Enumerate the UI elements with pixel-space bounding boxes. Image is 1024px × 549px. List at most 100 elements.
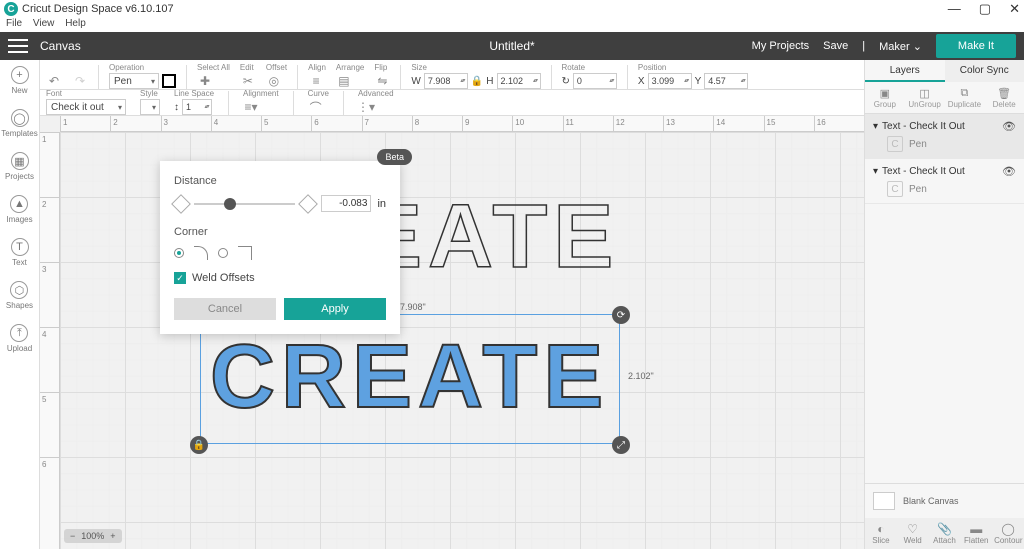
pos-x-input[interactable]: 3.099 xyxy=(648,73,692,89)
my-projects-link[interactable]: My Projects xyxy=(752,40,809,52)
pos-y-input[interactable]: 4.57 xyxy=(704,73,748,89)
layer-duplicate[interactable]: ⧉Duplicate xyxy=(947,86,981,109)
canvas-label: Canvas xyxy=(40,39,81,53)
font-dropdown[interactable]: Check it out xyxy=(46,99,126,115)
nav-upload[interactable]: ⤒Upload xyxy=(7,324,32,353)
op-slice[interactable]: ◐Slice xyxy=(867,522,895,545)
design-canvas[interactable]: 12345678910111213141516 123456 CREATE CR… xyxy=(40,116,864,549)
nav-images[interactable]: ▲Images xyxy=(6,195,32,224)
linespace-icon: ↕ xyxy=(174,102,179,113)
trash-icon: 🗑 xyxy=(987,86,1021,100)
corner-round-icon xyxy=(194,246,208,260)
layer-group[interactable]: ▣Group xyxy=(868,86,902,109)
nav-templates[interactable]: ◯Templates xyxy=(1,109,37,138)
corner-round-radio[interactable] xyxy=(174,248,184,258)
text-icon: T xyxy=(11,238,29,256)
cancel-button[interactable]: Cancel xyxy=(174,298,276,320)
tab-layers[interactable]: Layers xyxy=(865,60,945,82)
ruler-horizontal: 12345678910111213141516 xyxy=(60,116,864,132)
offset-icon[interactable]: ◎ xyxy=(266,73,282,89)
select-all-icon[interactable]: ✚ xyxy=(197,73,213,89)
linespace-input[interactable]: 1 xyxy=(182,99,212,115)
plus-icon: + xyxy=(11,66,29,84)
layers-panel: Layers Color Sync ▣Group ◫UnGroup ⧉Dupli… xyxy=(864,60,1024,549)
topbar-separator: | xyxy=(862,40,865,52)
nav-shapes[interactable]: ⬡Shapes xyxy=(6,281,33,310)
attach-icon: 📎 xyxy=(930,522,958,536)
operation-dropdown[interactable]: Pen xyxy=(109,73,159,89)
make-it-button[interactable]: Make It xyxy=(936,34,1016,58)
lock-aspect-icon[interactable]: 🔒 xyxy=(471,76,483,87)
tab-color-sync[interactable]: Color Sync xyxy=(945,60,1024,82)
save-button[interactable]: Save xyxy=(823,40,848,52)
alignment-icon[interactable]: ≡▾ xyxy=(243,99,259,115)
chevron-down-icon[interactable]: ▾ xyxy=(873,121,878,132)
layer-item-2[interactable]: ▾Text - Check It Out👁 CPen xyxy=(865,159,1024,204)
maximize-icon[interactable]: ▢ xyxy=(979,1,991,17)
blank-canvas-row[interactable]: Blank Canvas xyxy=(865,483,1024,518)
app-title: Cricut Design Space v6.10.107 xyxy=(22,3,174,15)
layer-thumb-icon: C xyxy=(887,136,903,152)
beta-badge: Beta xyxy=(377,149,412,165)
undo-icon[interactable]: ↶ xyxy=(46,73,62,89)
app-logo-icon: C xyxy=(4,2,18,16)
op-flatten[interactable]: ▬Flatten xyxy=(962,522,990,545)
rotate-input[interactable]: 0 xyxy=(573,73,617,89)
offset-popup: Beta Distance -0.083 in Corner ✓ xyxy=(160,161,400,334)
minimize-icon[interactable]: — xyxy=(948,1,961,17)
op-contour[interactable]: ◯Contour xyxy=(994,522,1022,545)
width-input[interactable]: 7.908 xyxy=(424,73,468,89)
edit-icon[interactable]: ✂ xyxy=(240,73,256,89)
nav-new[interactable]: +New xyxy=(11,66,29,95)
height-input[interactable]: 2.102 xyxy=(497,73,541,89)
ribbon-row-1: ↶ ↷ Operation Pen Select All✚ Edit✂ Offs… xyxy=(40,60,864,90)
layer-thumb-icon: C xyxy=(887,181,903,197)
shapes-icon: ⬡ xyxy=(10,281,28,299)
align-icon[interactable]: ≡ xyxy=(308,73,324,89)
window-titlebar: C Cricut Design Space v6.10.107 — ▢ ✕ xyxy=(0,0,1024,18)
canvas-text-2[interactable]: CREATE xyxy=(210,326,609,429)
operation-color-swatch[interactable] xyxy=(162,74,176,88)
layer-item-1[interactable]: ▾Text - Check It Out👁 CPen xyxy=(865,114,1024,159)
menubar: File View Help xyxy=(0,18,1024,32)
zoom-in-icon[interactable]: + xyxy=(110,531,115,541)
visibility-icon[interactable]: 👁 xyxy=(1002,120,1016,133)
arrange-icon[interactable]: ▤ xyxy=(336,73,352,89)
curve-icon[interactable]: ⌒ xyxy=(308,99,324,115)
app-topbar: Canvas Untitled* My Projects Save | Make… xyxy=(0,32,1024,60)
zoom-control[interactable]: − 100% + xyxy=(64,529,122,543)
style-dropdown[interactable] xyxy=(140,99,160,115)
weld-offsets-checkbox[interactable]: ✓ xyxy=(174,272,186,284)
zoom-out-icon[interactable]: − xyxy=(70,531,75,541)
chevron-down-icon[interactable]: ▾ xyxy=(873,166,878,177)
nav-text[interactable]: TText xyxy=(11,238,29,267)
corner-square-radio[interactable] xyxy=(218,248,228,258)
op-attach[interactable]: 📎Attach xyxy=(930,522,958,545)
apply-button[interactable]: Apply xyxy=(284,298,386,320)
menu-file[interactable]: File xyxy=(6,18,22,29)
flip-icon[interactable]: ⇋ xyxy=(374,73,390,89)
hamburger-icon[interactable] xyxy=(8,39,28,53)
images-icon: ▲ xyxy=(10,195,28,213)
template-icon: ◯ xyxy=(11,109,29,127)
op-weld[interactable]: ♡Weld xyxy=(899,522,927,545)
redo-icon[interactable]: ↷ xyxy=(72,73,88,89)
menu-view[interactable]: View xyxy=(33,18,55,29)
ribbon-row-2: Font Check it out Style Line Space↕1 Ali… xyxy=(40,90,864,116)
visibility-icon[interactable]: 👁 xyxy=(1002,165,1016,178)
resize-handle-icon[interactable]: ⤢ xyxy=(612,436,630,454)
layer-ungroup[interactable]: ◫UnGroup xyxy=(908,86,942,109)
nav-projects[interactable]: ▦Projects xyxy=(5,152,34,181)
distance-unit: in xyxy=(377,198,386,210)
projects-icon: ▦ xyxy=(11,152,29,170)
advanced-icon[interactable]: ⋮▾ xyxy=(358,99,374,115)
corner-label: Corner xyxy=(174,226,386,238)
layer-delete[interactable]: 🗑Delete xyxy=(987,86,1021,109)
distance-slider[interactable] xyxy=(194,203,295,205)
rotate-handle-icon[interactable]: ⟳ xyxy=(612,306,630,324)
machine-selector[interactable]: Maker ⌄ xyxy=(879,40,922,53)
close-icon[interactable]: ✕ xyxy=(1009,1,1020,17)
lock-handle-icon[interactable]: 🔒 xyxy=(190,436,208,454)
menu-help[interactable]: Help xyxy=(65,18,86,29)
distance-input[interactable]: -0.083 xyxy=(321,195,371,212)
